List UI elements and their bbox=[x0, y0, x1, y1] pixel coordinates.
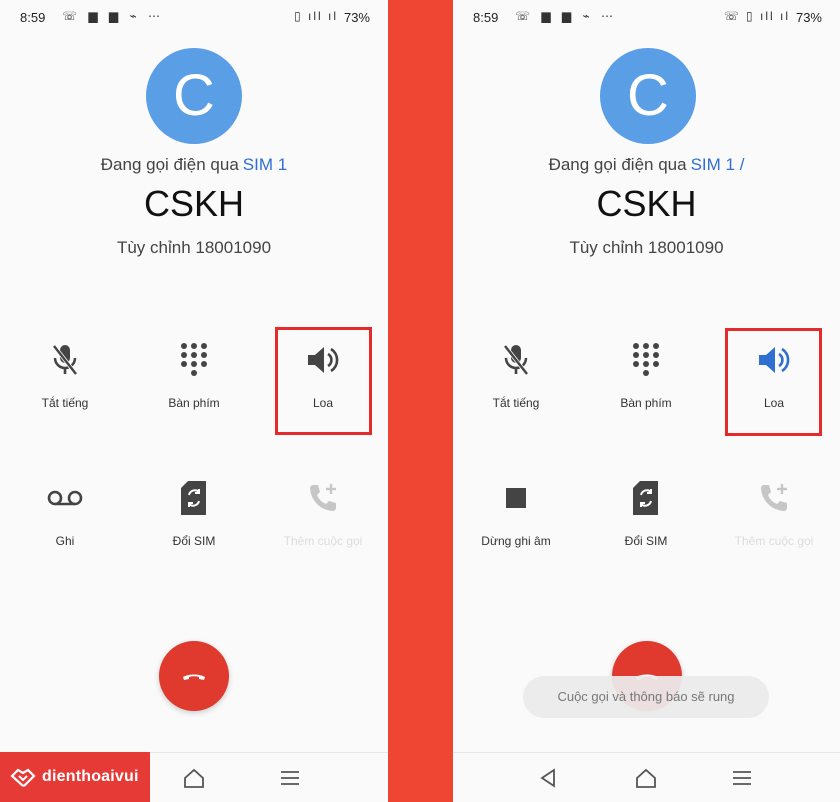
dialpad-icon bbox=[633, 343, 659, 376]
record-label: Ghi bbox=[55, 534, 75, 548]
notification-icons: ☏ ▆ ▆ ⌁ ⋯ bbox=[62, 9, 165, 23]
mute-button[interactable]: Tắt tiếng bbox=[461, 340, 571, 410]
contact-avatar: C bbox=[146, 48, 242, 144]
stop-recording-button[interactable]: Dừng ghi âm bbox=[461, 478, 571, 548]
sim-swap-icon bbox=[633, 481, 658, 515]
voicemail-icon bbox=[47, 490, 83, 506]
back-button[interactable] bbox=[535, 765, 561, 791]
home-icon bbox=[184, 768, 204, 788]
notification-icons: ☏ ▆ ▆ ⌁ ⋯ bbox=[515, 9, 618, 23]
switch-sim-button[interactable]: Đổi SIM bbox=[139, 478, 249, 548]
speaker-highlight-box bbox=[275, 327, 372, 435]
calling-via-text: Đang gọi điện qua bbox=[548, 155, 687, 174]
calling-via-line: Đang gọi điện qua SIM 1 / bbox=[453, 155, 840, 175]
contact-number: Tùy chỉnh 18001090 bbox=[569, 238, 724, 257]
keypad-button[interactable]: Bàn phím bbox=[139, 340, 249, 410]
end-call-button[interactable] bbox=[159, 641, 229, 711]
left-call-screen: 8:59 ☏ ▆ ▆ ⌁ ⋯ ▯ ıll ıl 73% C Đang gọi đ… bbox=[0, 0, 388, 802]
home-button[interactable] bbox=[633, 765, 659, 791]
battery-level: 73% bbox=[343, 10, 370, 25]
switch-sim-button[interactable]: Đổi SIM bbox=[591, 478, 701, 548]
navigation-bar bbox=[453, 752, 840, 802]
add-call-button[interactable]: Thêm cuộc gọi bbox=[268, 478, 378, 548]
sim-swap-icon bbox=[181, 481, 206, 515]
mic-off-icon bbox=[52, 344, 78, 376]
keypad-button[interactable]: Bàn phím bbox=[591, 340, 701, 410]
end-call-icon bbox=[183, 674, 205, 680]
add-call-icon bbox=[310, 484, 336, 511]
brand-logo: dienthoaivui bbox=[0, 752, 150, 802]
contact-name: CSKH bbox=[596, 183, 697, 224]
menu-icon bbox=[733, 771, 751, 785]
status-bar: 8:59 ☏ ▆ ▆ ⌁ ⋯ ▯ ıll ıl 73% bbox=[0, 8, 388, 28]
menu-button[interactable] bbox=[277, 765, 303, 791]
mute-label: Tắt tiếng bbox=[41, 396, 89, 410]
handshake-logo-icon bbox=[10, 768, 36, 787]
menu-icon bbox=[281, 771, 299, 785]
home-button[interactable] bbox=[181, 765, 207, 791]
mute-button[interactable]: Tắt tiếng bbox=[10, 340, 120, 410]
status-time: 8:59 bbox=[20, 10, 46, 25]
add-call-button[interactable]: Thêm cuộc gọi bbox=[719, 478, 829, 548]
stop-recording-label: Dừng ghi âm bbox=[481, 534, 551, 548]
contact-name: CSKH bbox=[143, 183, 245, 224]
sim-label: SIM 1 / bbox=[690, 155, 745, 174]
contact-number: Tùy chỉnh 18001090 bbox=[116, 238, 272, 257]
add-call-label: Thêm cuộc gọi bbox=[734, 534, 814, 548]
keypad-label: Bàn phím bbox=[620, 396, 672, 410]
home-icon bbox=[636, 768, 656, 788]
mic-off-icon bbox=[503, 344, 529, 376]
red-divider bbox=[388, 0, 453, 802]
vibrate-toast: Cuộc gọi và thông báo sẽ rung bbox=[523, 676, 769, 718]
calling-via-line: Đang gọi điện qua SIM 1 bbox=[0, 155, 388, 175]
menu-button[interactable] bbox=[729, 765, 755, 791]
switch-sim-label: Đổi SIM bbox=[624, 534, 668, 548]
status-bar: 8:59 ☏ ▆ ▆ ⌁ ⋯ ☏ ▯ ıll ıl 73% bbox=[453, 8, 840, 28]
add-call-label: Thêm cuộc gọi bbox=[283, 534, 363, 548]
signal-icons: ☏ ▯ ıll ıl bbox=[723, 9, 790, 23]
stop-icon bbox=[506, 488, 526, 508]
signal-icons: ▯ ıll ıl bbox=[294, 9, 338, 23]
battery-level: 73% bbox=[795, 10, 822, 25]
brand-name: dienthoaivui bbox=[42, 768, 139, 785]
status-time: 8:59 bbox=[473, 10, 499, 25]
add-call-icon bbox=[761, 484, 787, 511]
calling-via-text: Đang gọi điện qua bbox=[100, 155, 239, 174]
switch-sim-label: Đổi SIM bbox=[172, 534, 216, 548]
right-call-screen: 8:59 ☏ ▆ ▆ ⌁ ⋯ ☏ ▯ ıll ıl 73% C Đang gọi… bbox=[453, 0, 840, 802]
record-button[interactable]: Ghi bbox=[10, 478, 120, 548]
contact-avatar: C bbox=[600, 48, 696, 144]
dialpad-icon bbox=[181, 343, 207, 376]
sim-label: SIM 1 bbox=[242, 155, 288, 174]
speaker-highlight-box bbox=[725, 328, 822, 436]
mute-label: Tắt tiếng bbox=[492, 396, 540, 410]
keypad-label: Bàn phím bbox=[168, 396, 220, 410]
back-icon bbox=[540, 768, 555, 788]
